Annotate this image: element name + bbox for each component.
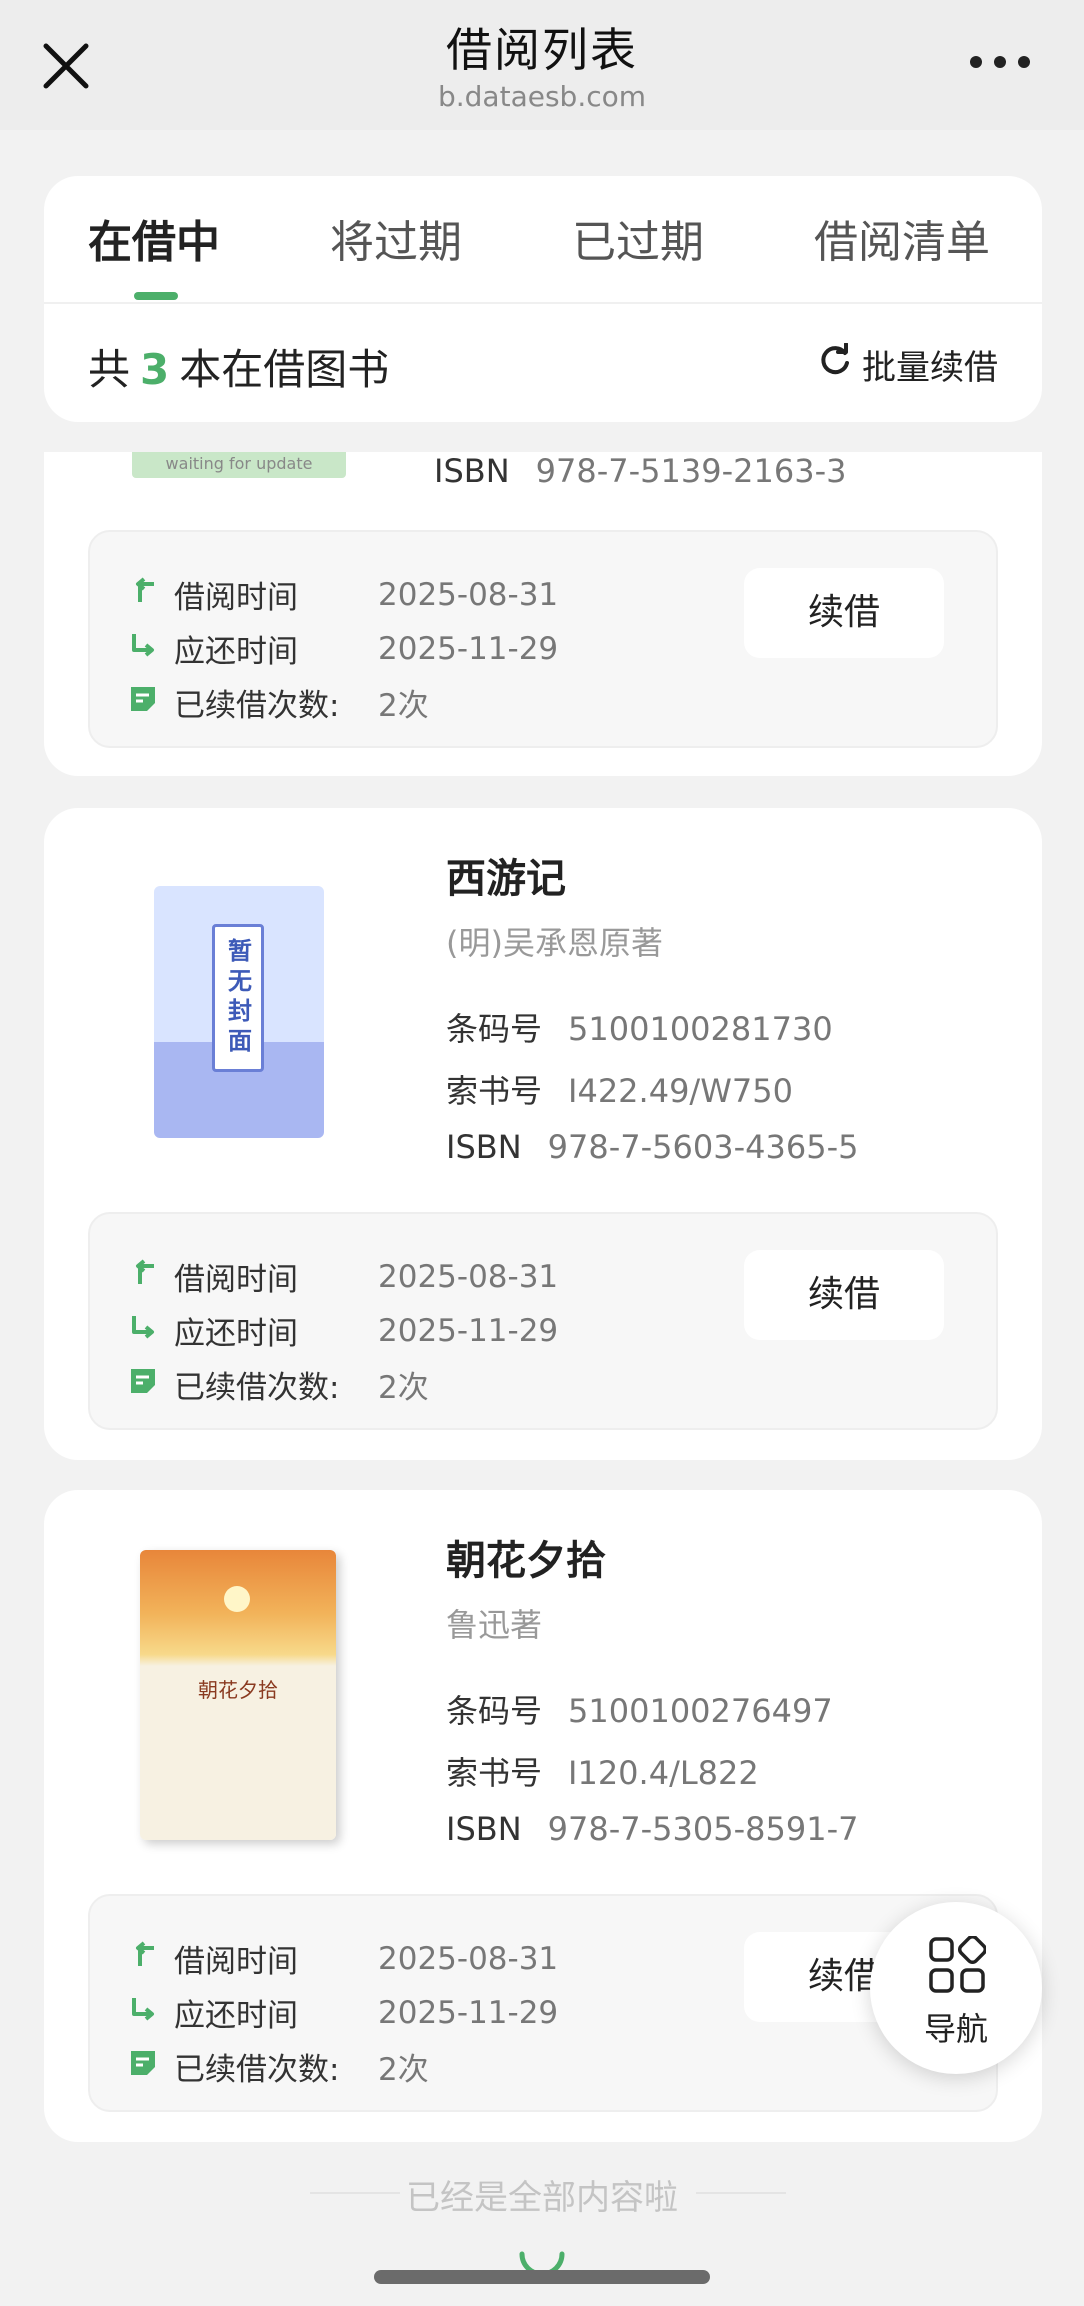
book-cover: waiting for update — [132, 452, 346, 478]
book-card: waiting for update ISBN 978-7-5139-2163-3… — [44, 452, 1042, 776]
barcode-label: 条码号 — [446, 1692, 543, 1730]
due-date-label: 应还时间 — [174, 1316, 298, 1352]
book-card: 暂无封面 西游记 (明)吴承恩原著 条码号 5100100281730 索书号 I4… — [44, 808, 1042, 1460]
refresh-icon — [818, 342, 852, 386]
barcode-value: 5100100281730 — [568, 1010, 833, 1048]
due-date-label: 应还时间 — [174, 634, 298, 670]
due-date-row: 应还时间 2025-11-29 — [128, 626, 558, 671]
cover-title: 朝花夕拾 — [198, 1678, 278, 1702]
isbn-value: 978-7-5139-2163-3 — [535, 452, 847, 490]
renew-note-icon — [128, 2048, 158, 2086]
tab-borrow-list[interactable]: 借阅清单 — [814, 206, 990, 270]
call-number-label: 索书号 — [446, 1072, 543, 1110]
due-date-value: 2025-11-29 — [378, 1994, 559, 2031]
borrow-summary: 共 3 本在借图书 — [88, 336, 389, 397]
borrow-date-row: 借阅时间 2025-08-31 — [128, 572, 558, 617]
return-arrow-icon — [128, 1312, 158, 1350]
book-title[interactable]: 朝花夕拾 — [446, 1528, 606, 1586]
summary-prefix: 共 — [88, 345, 131, 394]
borrow-date-value: 2025-08-31 — [378, 1940, 559, 1977]
tab-borrowing[interactable]: 在借中 — [88, 206, 220, 270]
due-date-value: 2025-11-29 — [378, 1312, 559, 1349]
call-number-label: 索书号 — [446, 1754, 543, 1792]
batch-renew-label: 批量续借 — [862, 348, 998, 388]
book-author: 鲁迅著 — [446, 1606, 543, 1644]
tab-expiring[interactable]: 将过期 — [330, 206, 462, 270]
renew-button[interactable]: 续借 — [744, 1250, 944, 1340]
borrow-date-row: 借阅时间 2025-08-31 — [128, 1936, 558, 1981]
renew-note-icon — [128, 1366, 158, 1404]
isbn-row: ISBN 978-7-5139-2163-3 — [434, 452, 847, 490]
active-tab-indicator — [134, 292, 178, 300]
borrow-date-label: 借阅时间 — [174, 1262, 298, 1298]
renew-note-icon — [128, 684, 158, 722]
borrow-date-label: 借阅时间 — [174, 580, 298, 616]
book-cover: 朝花夕拾 — [140, 1550, 336, 1840]
book-author: (明)吴承恩原著 — [446, 924, 663, 962]
batch-renew-button[interactable]: 批量续借 — [818, 340, 998, 389]
summary-count: 3 — [140, 345, 170, 394]
renew-count-value: 2次 — [378, 1370, 429, 1406]
book-cover: 暂无封面 — [154, 886, 324, 1138]
borrow-date-value: 2025-08-31 — [378, 1258, 559, 1295]
isbn-label: ISBN — [446, 1128, 522, 1166]
loan-info-box: 借阅时间 2025-08-31 应还时间 2025-11-29 已续借次数: 2… — [88, 1894, 998, 2112]
renew-count-label: 已续借次数: — [174, 688, 340, 724]
renew-count-row: 已续借次数: 2次 — [128, 1362, 429, 1407]
divider — [44, 302, 1042, 304]
renew-count-value: 2次 — [378, 688, 429, 724]
summary-suffix: 本在借图书 — [179, 345, 390, 394]
renew-count-label: 已续借次数: — [174, 2052, 340, 2088]
isbn-value: 978-7-5603-4365-5 — [547, 1128, 859, 1166]
top-bar: 借阅列表 b.dataesb.com — [0, 0, 1084, 130]
barcode-value: 5100100276497 — [568, 1692, 833, 1730]
borrow-arrow-icon — [128, 576, 158, 614]
renew-count-row: 已续借次数: 2次 — [128, 2044, 429, 2089]
barcode-label: 条码号 — [446, 1010, 543, 1048]
borrow-date-label: 借阅时间 — [174, 1944, 298, 1980]
due-date-value: 2025-11-29 — [378, 630, 559, 667]
call-number-row: 索书号 I422.49/W750 — [446, 1066, 793, 1112]
renew-count-row: 已续借次数: 2次 — [128, 680, 429, 725]
borrow-date-value: 2025-08-31 — [378, 576, 559, 613]
due-date-row: 应还时间 2025-11-29 — [128, 1990, 558, 2035]
call-number-value: I422.49/W750 — [568, 1072, 793, 1110]
isbn-value: 978-7-5305-8591-7 — [547, 1810, 859, 1848]
nav-label: 导航 — [923, 2010, 988, 2048]
due-date-label: 应还时间 — [174, 1998, 298, 2034]
isbn-row: ISBN 978-7-5603-4365-5 — [446, 1128, 859, 1166]
barcode-row: 条码号 5100100276497 — [446, 1686, 833, 1732]
end-of-list-text: 已经是全部内容啦 — [406, 2178, 678, 2218]
due-date-row: 应还时间 2025-11-29 — [128, 1308, 558, 1353]
grid-nav-icon — [928, 1934, 988, 1998]
loan-info-box: 借阅时间 2025-08-31 应还时间 2025-11-29 已续借次数: 2… — [88, 530, 998, 748]
borrow-arrow-icon — [128, 1258, 158, 1296]
home-indicator[interactable] — [374, 2270, 710, 2284]
isbn-label: ISBN — [446, 1810, 522, 1848]
borrow-arrow-icon — [128, 1940, 158, 1978]
loan-info-box: 借阅时间 2025-08-31 应还时间 2025-11-29 已续借次数: 2… — [88, 1212, 998, 1430]
more-icon[interactable] — [970, 56, 1030, 70]
nav-fab-button[interactable]: 导航 — [870, 1902, 1042, 2074]
page-title: 借阅列表 — [446, 23, 638, 77]
isbn-label: ISBN — [434, 452, 510, 490]
renew-count-label: 已续借次数: — [174, 1370, 340, 1406]
renew-button[interactable]: 续借 — [744, 568, 944, 658]
call-number-row: 索书号 I120.4/L822 — [446, 1748, 759, 1794]
borrow-date-row: 借阅时间 2025-08-31 — [128, 1254, 558, 1299]
page-url: b.dataesb.com — [437, 80, 647, 113]
return-arrow-icon — [128, 630, 158, 668]
no-cover-label: 暂无封面 — [223, 938, 252, 1058]
book-title[interactable]: 西游记 — [446, 846, 566, 904]
barcode-row: 条码号 5100100281730 — [446, 1004, 833, 1050]
call-number-value: I120.4/L822 — [568, 1754, 759, 1792]
tab-overdue[interactable]: 已过期 — [572, 206, 704, 270]
return-arrow-icon — [128, 1994, 158, 2032]
renew-count-value: 2次 — [378, 2052, 429, 2088]
isbn-row: ISBN 978-7-5305-8591-7 — [446, 1810, 859, 1848]
tabs-card: 在借中 将过期 已过期 借阅清单 共 3 本在借图书 批量续借 — [44, 176, 1042, 422]
